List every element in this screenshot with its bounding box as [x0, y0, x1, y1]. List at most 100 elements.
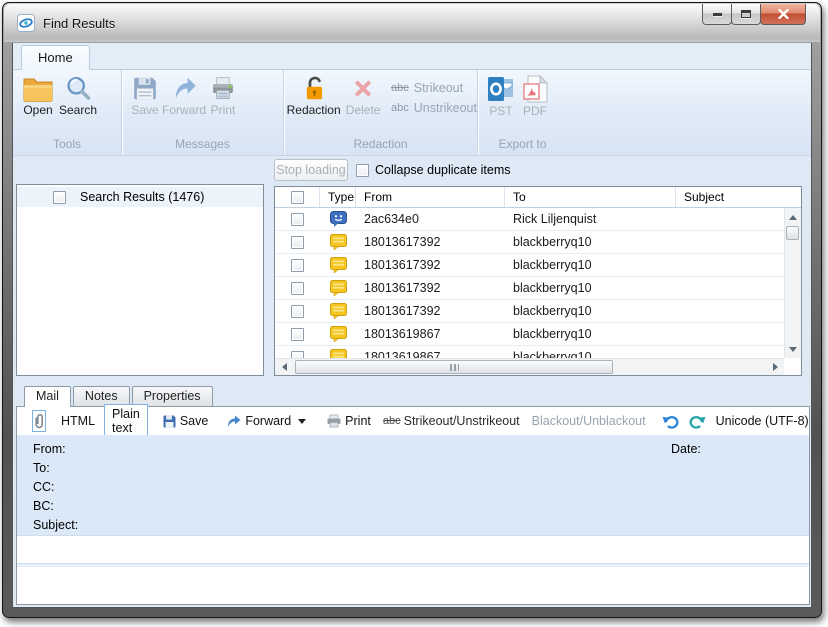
search-button[interactable]: Search	[59, 73, 97, 117]
preview-save-button[interactable]: Save	[162, 414, 209, 429]
arrow-left-icon	[282, 363, 287, 371]
row-checkbox[interactable]	[291, 213, 304, 226]
message-rows: 2ac634e0 Rick Liljenquist 18013617392 bl…	[275, 208, 784, 358]
plain-text-view-button[interactable]: Plain text	[104, 404, 148, 438]
html-view-button[interactable]: HTML	[54, 412, 102, 430]
collapse-duplicates-label: Collapse duplicate items	[375, 163, 511, 177]
arrow-right-icon	[773, 363, 778, 371]
strikeout-unstrikeout-button[interactable]: abc Strikeout/Unstrikeout	[383, 414, 520, 428]
encoding-dropdown[interactable]: Unicode (UTF-8)	[716, 414, 812, 428]
message-row[interactable]: 18013617392 blackberryq10	[275, 231, 784, 254]
row-checkbox[interactable]	[291, 236, 304, 249]
to-cell: blackberryq10	[505, 258, 676, 272]
export-pdf-button[interactable]: PDF	[520, 73, 550, 118]
close-button[interactable]	[760, 4, 806, 25]
minimize-button[interactable]	[702, 4, 732, 25]
undo-button[interactable]	[662, 414, 679, 429]
preview-save-label: Save	[180, 414, 209, 428]
select-all-checkbox[interactable]	[291, 191, 304, 204]
open-button[interactable]: Open	[23, 73, 53, 117]
vertical-scrollbar[interactable]	[784, 208, 801, 358]
column-header-to[interactable]: To	[505, 187, 676, 207]
row-checkbox[interactable]	[291, 305, 304, 318]
date-field-label: Date:	[671, 442, 701, 456]
stop-loading-button[interactable]: Stop loading	[274, 159, 348, 181]
from-cell: 18013617392	[356, 281, 505, 295]
group-label-export: Export to	[478, 137, 567, 155]
message-row[interactable]: 18013617392 blackberryq10	[275, 277, 784, 300]
blackout-unblackout-label: Blackout/Unblackout	[532, 414, 646, 428]
pst-label: PST	[489, 105, 512, 118]
print-button[interactable]: Print	[208, 73, 238, 117]
forward-button[interactable]: Forward	[162, 73, 206, 117]
to-cell: blackberryq10	[505, 235, 676, 249]
blackout-unblackout-button[interactable]: Blackout/Unblackout	[532, 414, 646, 428]
horizontal-scroll-thumb[interactable]	[295, 360, 613, 374]
floppy-icon	[162, 414, 177, 429]
row-checkbox[interactable]	[291, 351, 304, 359]
tree-item-label: Search Results (1476)	[80, 190, 204, 204]
row-checkbox[interactable]	[291, 282, 304, 295]
tab-notes[interactable]: Notes	[73, 386, 130, 406]
vertical-scroll-thumb[interactable]	[786, 226, 799, 240]
message-row[interactable]: 18013617392 blackberryq10	[275, 254, 784, 277]
delete-button[interactable]: Delete	[343, 73, 383, 117]
tree-item-search-results[interactable]: Search Results (1476)	[17, 187, 263, 207]
unstrikeout-button[interactable]: abc Unstrikeout	[391, 101, 477, 115]
delete-label: Delete	[346, 104, 381, 117]
minimize-icon	[713, 13, 722, 16]
column-header-subject[interactable]: Subject	[676, 187, 801, 207]
redo-button[interactable]	[689, 414, 706, 429]
tab-properties[interactable]: Properties	[132, 386, 213, 406]
tab-home[interactable]: Home	[21, 45, 90, 70]
preview-print-button[interactable]: Print	[326, 414, 371, 428]
preview-forward-button[interactable]: Forward	[226, 414, 306, 428]
tab-mail[interactable]: Mail	[24, 386, 71, 407]
strikeout-button[interactable]: abc Strikeout	[391, 81, 477, 95]
attachments-button[interactable]	[32, 410, 46, 432]
maximize-button[interactable]	[731, 4, 761, 25]
titlebar[interactable]: Find Results	[4, 4, 820, 42]
save-label: Save	[131, 104, 158, 117]
bc-field-label: BC:	[33, 499, 809, 518]
message-row[interactable]: 18013617392 blackberryq10	[275, 300, 784, 323]
scroll-up-button[interactable]	[785, 210, 801, 224]
pdf-label: PDF	[523, 105, 547, 118]
sms-message-icon	[320, 303, 356, 319]
tree-item-checkbox[interactable]	[53, 191, 66, 204]
scroll-left-button[interactable]	[277, 359, 291, 375]
chevron-down-icon	[298, 419, 306, 424]
close-icon	[778, 9, 789, 19]
message-row[interactable]: 18013619867 blackberryq10	[275, 323, 784, 346]
row-checkbox[interactable]	[291, 328, 304, 341]
export-pst-button[interactable]: PST	[486, 73, 516, 118]
arrow-down-icon	[789, 347, 797, 352]
redaction-button[interactable]: Redaction	[286, 73, 341, 117]
mail-attachment-area[interactable]	[17, 567, 809, 604]
column-header-from[interactable]: From	[356, 187, 505, 207]
subject-field-label: Subject:	[33, 518, 809, 537]
message-table-panel: Type From To Subject 2ac634e0 Rick Lilje…	[274, 186, 802, 376]
strikeout-unstrikeout-label: Strikeout/Unstrikeout	[404, 414, 520, 428]
to-cell: blackberryq10	[505, 304, 676, 318]
to-cell: Rick Liljenquist	[505, 212, 676, 226]
preview-toolbar: HTML Plain text Save	[17, 407, 809, 435]
message-row[interactable]: 18013619867 blackberryq10	[275, 346, 784, 358]
preview-forward-label: Forward	[245, 414, 291, 428]
maximize-icon	[741, 10, 751, 18]
scroll-right-button[interactable]	[768, 359, 782, 375]
arrow-up-icon	[789, 215, 797, 220]
redo-icon	[689, 414, 706, 429]
mail-body-area[interactable]	[17, 535, 809, 564]
folder-icon	[23, 75, 53, 102]
column-header-type[interactable]: Type	[320, 187, 356, 207]
to-cell: blackberryq10	[505, 350, 676, 358]
message-row[interactable]: 2ac634e0 Rick Liljenquist	[275, 208, 784, 231]
save-button[interactable]: Save	[130, 73, 160, 117]
scroll-down-button[interactable]	[785, 342, 801, 356]
horizontal-scrollbar[interactable]	[275, 358, 784, 375]
row-checkbox[interactable]	[291, 259, 304, 272]
search-icon	[63, 75, 93, 102]
collapse-duplicates-checkbox[interactable]	[356, 164, 369, 177]
to-field-label: To:	[33, 461, 809, 480]
